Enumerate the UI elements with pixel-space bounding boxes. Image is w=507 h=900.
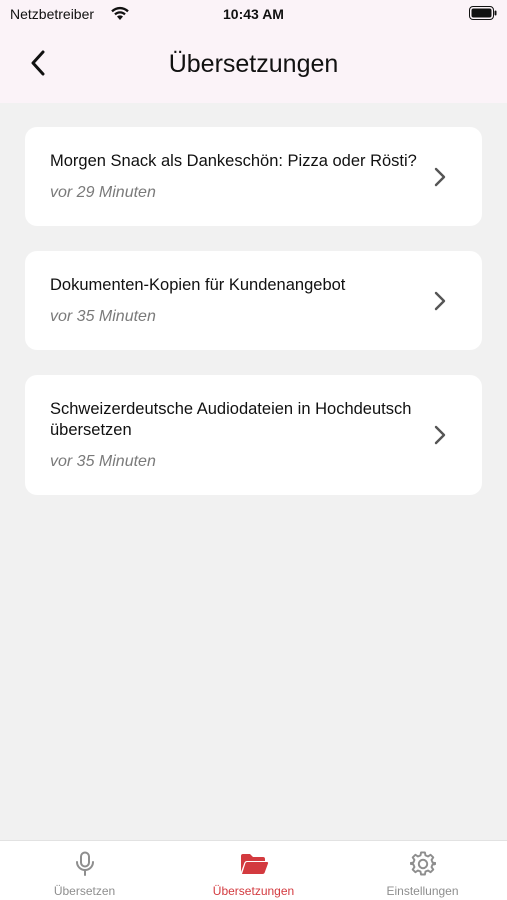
status-bar: Netzbetreiber 10:43 AM <box>0 0 507 28</box>
clock-label: 10:43 AM <box>223 6 284 22</box>
folder-icon <box>239 850 269 878</box>
item-timestamp: vor 35 Minuten <box>50 308 156 325</box>
tab-bar: Übersetzen Übersetzungen Einstellungen <box>0 840 507 900</box>
item-timestamp: vor 35 Minuten <box>50 453 156 470</box>
tab-label: Übersetzungen <box>212 884 295 898</box>
tab-label: Einstellungen <box>386 884 459 898</box>
list-item[interactable]: Schweizerdeutsche Audiodateien in Hochde… <box>25 375 482 495</box>
item-timestamp: vor 29 Minuten <box>50 184 156 201</box>
page-title: Übersetzungen <box>168 50 339 78</box>
chevron-right-icon <box>433 291 447 311</box>
item-title: Dokumenten-Kopien für Kundenangebot <box>50 276 346 294</box>
gear-icon <box>408 850 438 878</box>
top-bar: Netzbetreiber 10:43 AM Übersetzungen <box>0 0 507 103</box>
tab-translations[interactable]: Übersetzungen <box>169 841 338 900</box>
tab-settings[interactable]: Einstellungen <box>338 841 507 900</box>
tab-label: Übersetzen <box>53 884 116 898</box>
chevron-right-icon <box>433 425 447 445</box>
microphone-icon <box>70 850 100 878</box>
item-title: Schweizerdeutsche Audiodateien in Hochde… <box>50 400 412 439</box>
screen: Netzbetreiber 10:43 AM Übersetzungen Mor… <box>0 0 507 900</box>
battery-icon <box>469 6 497 20</box>
tab-translate[interactable]: Übersetzen <box>0 841 169 900</box>
translations-list: Morgen Snack als Dankeschön: Pizza oder … <box>25 127 482 520</box>
list-item[interactable]: Morgen Snack als Dankeschön: Pizza oder … <box>25 127 482 226</box>
chevron-right-icon <box>433 167 447 187</box>
item-title: Morgen Snack als Dankeschön: Pizza oder … <box>50 152 417 170</box>
list-item[interactable]: Dokumenten-Kopien für Kundenangebot vor … <box>25 251 482 350</box>
